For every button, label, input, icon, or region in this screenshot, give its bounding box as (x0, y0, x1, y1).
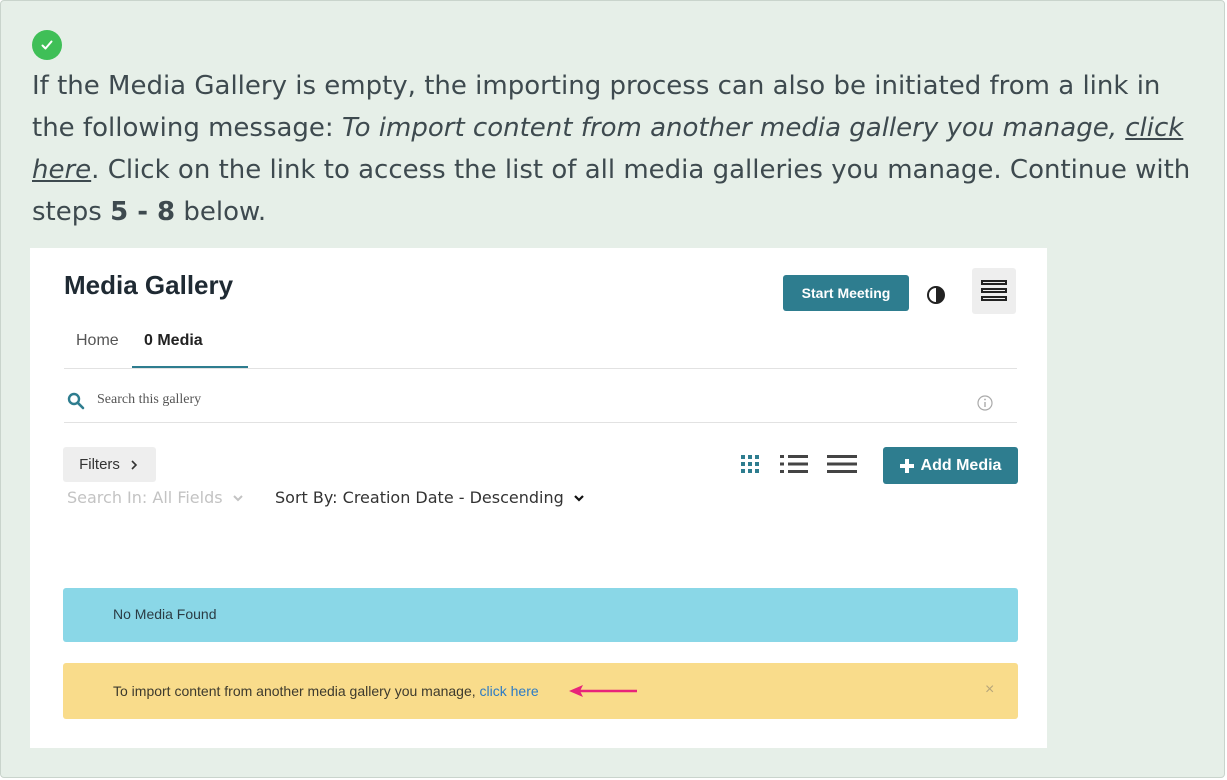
close-icon[interactable]: × (985, 681, 994, 699)
search-in-dropdown[interactable]: Search In: All Fields (67, 488, 244, 507)
chevron-down-icon (232, 495, 243, 502)
sort-by-label: Sort By: Creation Date - Descending (275, 488, 564, 507)
add-media-button[interactable]: Add Media (883, 447, 1018, 484)
import-alert: To import content from another media gal… (63, 663, 1018, 719)
sort-by-dropdown[interactable]: Sort By: Creation Date - Descending (275, 488, 585, 507)
info-icon[interactable] (976, 394, 994, 412)
add-media-label: Add Media (920, 456, 1002, 474)
plus-icon (899, 458, 914, 473)
arrow-pointer-icon (569, 685, 637, 697)
filters-label: Filters (79, 456, 120, 473)
import-click-here-link[interactable]: click here (480, 683, 539, 699)
grid-view-icon[interactable] (741, 455, 759, 473)
tab-home[interactable]: Home (76, 332, 119, 350)
page-title: Media Gallery (64, 270, 234, 300)
no-media-alert: No Media Found (63, 588, 1018, 642)
tip-text: If the Media Gallery is empty, the impor… (32, 65, 1207, 233)
step-range: 5 - 8 (110, 197, 176, 227)
chevron-down-icon (574, 495, 584, 502)
compact-list-view-icon[interactable] (827, 453, 857, 475)
contrast-icon[interactable] (926, 285, 946, 305)
search-icon (67, 392, 85, 410)
tab-media[interactable]: 0 Media (144, 332, 203, 350)
media-gallery-screenshot: Media Gallery Start Meeting Home 0 Media (30, 248, 1047, 748)
no-media-text: No Media Found (113, 606, 217, 622)
detailed-list-view-icon[interactable] (780, 453, 808, 475)
start-meeting-button[interactable]: Start Meeting (783, 275, 909, 311)
tip-text-part: below. (175, 197, 267, 227)
search-in-label: Search In: All Fields (67, 488, 223, 507)
divider (64, 368, 1017, 369)
tip-callout: If the Media Gallery is empty, the impor… (0, 0, 1225, 778)
search-input[interactable]: Search this gallery (97, 392, 201, 408)
menu-button[interactable] (972, 268, 1016, 314)
chevron-right-icon (131, 459, 138, 470)
hamburger-icon (981, 280, 1007, 301)
import-message: To import content from another media gal… (113, 683, 539, 699)
filters-button[interactable]: Filters (63, 447, 156, 482)
checkmark-icon (32, 30, 62, 60)
divider (64, 422, 1017, 423)
